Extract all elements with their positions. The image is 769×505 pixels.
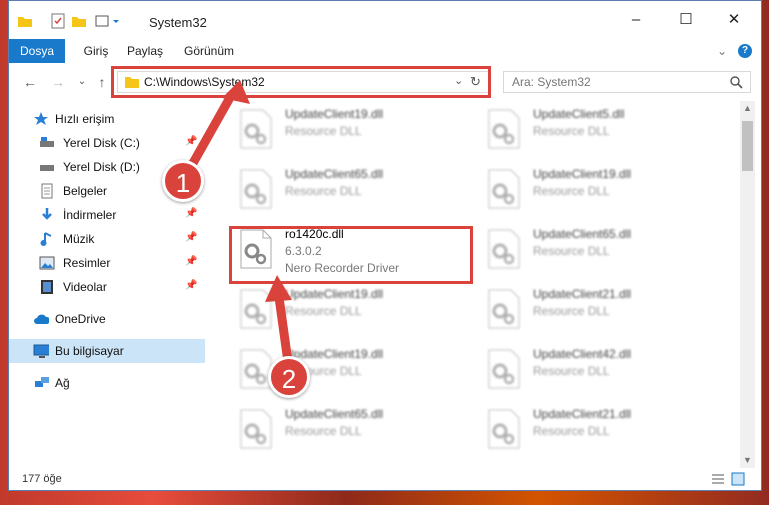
- callout-1: 1: [162, 160, 204, 202]
- annotation-arrows: [184, 80, 293, 363]
- callout-2: 2: [268, 356, 310, 398]
